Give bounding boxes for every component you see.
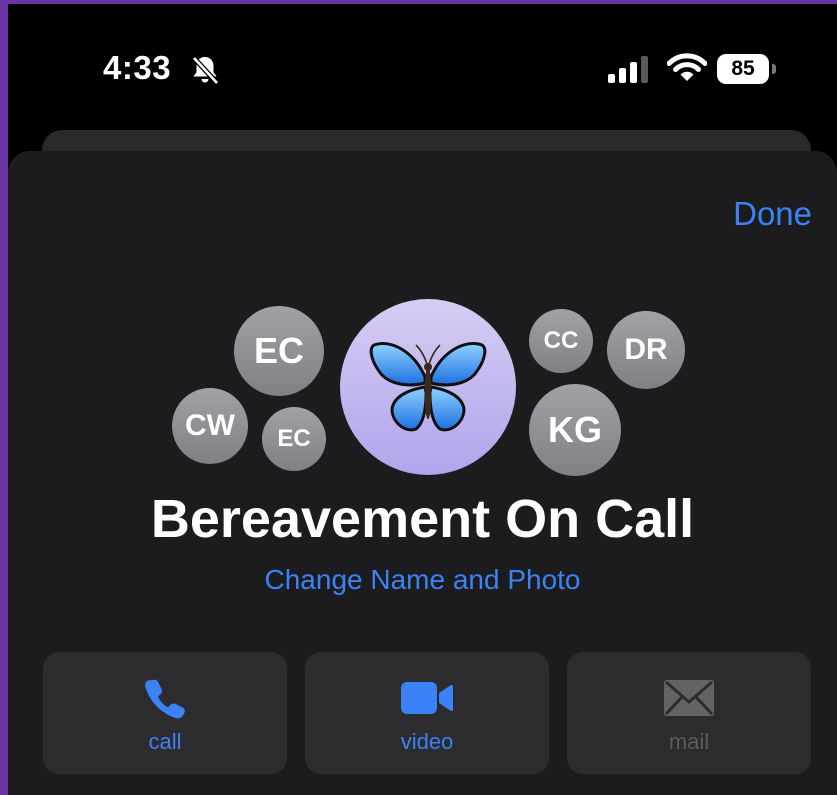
avatar-initials: KG	[548, 409, 602, 450]
group-name: Bereavement On Call	[150, 489, 695, 549]
phone-icon	[43, 676, 287, 720]
mail-label: mail	[668, 729, 710, 754]
member-avatar: CC	[529, 309, 593, 373]
member-avatar: CW	[172, 388, 248, 464]
group-details-sheet: Done EC CW EC CC DR KG Bereavement On Ca…	[8, 151, 837, 795]
battery-level: 85	[717, 54, 769, 84]
done-button[interactable]: Done	[733, 195, 812, 233]
avatar-initials: EC	[253, 330, 304, 371]
member-avatar: EC	[234, 306, 324, 396]
avatar-initials: EC	[277, 425, 311, 452]
video-label: video	[400, 729, 454, 754]
butterfly-icon	[369, 342, 487, 432]
battery-nub	[772, 64, 776, 74]
member-avatar: KG	[529, 384, 621, 476]
phone-screen: 4:33 85 Done EC CW EC CC DR KG Bereaveme…	[8, 4, 837, 795]
video-button[interactable]: video	[305, 652, 549, 774]
status-time: 4:33	[103, 49, 172, 86]
bell-slash-icon	[192, 56, 219, 85]
avatar-initials: CC	[543, 327, 579, 354]
group-photo[interactable]	[340, 299, 516, 475]
change-name-photo-link[interactable]: Change Name and Photo	[8, 564, 837, 596]
call-label: call	[148, 729, 182, 754]
envelope-icon	[567, 676, 811, 720]
call-button[interactable]: call	[43, 652, 287, 774]
mail-button[interactable]: mail	[567, 652, 811, 774]
member-avatar: DR	[607, 311, 685, 389]
cellular-signal-icon	[608, 56, 648, 83]
video-camera-icon	[305, 676, 549, 720]
battery-icon: 85	[717, 54, 777, 84]
wifi-icon	[667, 53, 707, 81]
avatar-initials: CW	[185, 409, 235, 442]
avatar-initials: DR	[624, 333, 668, 366]
member-avatar: EC	[262, 407, 326, 471]
